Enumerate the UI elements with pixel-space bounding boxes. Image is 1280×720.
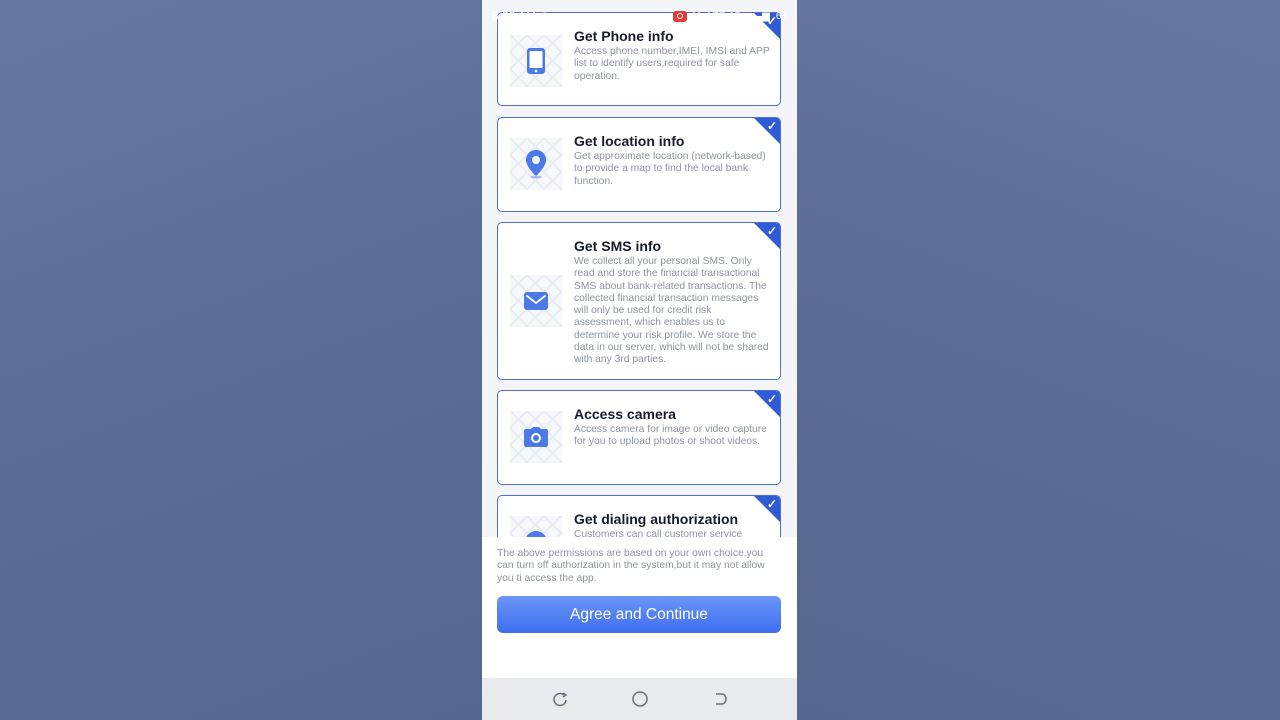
phone-screen: 8:06 AM ◎ Vo LTE 4G ▂▄▆ 68 ✓ Get Phone i… <box>482 0 797 720</box>
home-button[interactable] <box>628 687 652 711</box>
bottom-panel: The above permissions are based on your … <box>482 537 797 678</box>
screen-record-icon <box>673 10 688 22</box>
envelope-icon <box>510 275 562 327</box>
dialer-icon <box>510 516 562 537</box>
status-bar: 8:06 AM ◎ Vo LTE 4G ▂▄▆ 68 <box>482 0 797 32</box>
checkmark-icon: ✓ <box>766 224 777 238</box>
permission-description: We collect all your personal SMS. Only r… <box>574 256 769 366</box>
permission-description: Customers can call customer service <box>574 529 743 537</box>
back-button[interactable] <box>708 687 732 711</box>
phone-icon <box>510 35 562 87</box>
permission-card-sms[interactable]: ✓ Get SMS info We collect all your perso… <box>497 222 781 380</box>
battery-level: 68 <box>775 10 787 22</box>
permission-notice: The above permissions are based on your … <box>497 548 765 584</box>
permission-title: Get location info <box>574 133 685 149</box>
permission-description: Access phone number,IMEI, IMSI and APP l… <box>574 46 770 82</box>
network-label: Vo LTE 4G <box>693 10 742 22</box>
permission-description: Get approximate location (network-based)… <box>574 151 766 187</box>
location-pin-icon <box>510 138 562 190</box>
permission-description: Access camera for image or video capture… <box>574 424 767 448</box>
camera-icon <box>510 411 562 463</box>
permissions-list[interactable]: ✓ Get Phone info Access phone number,IME… <box>482 0 797 537</box>
background-right <box>797 0 1280 720</box>
agree-continue-button[interactable]: Agree and Continue <box>497 596 781 633</box>
background-left <box>0 0 482 720</box>
permission-title: Get SMS info <box>574 238 662 254</box>
notification-icon: ◎ <box>540 10 549 22</box>
signal-icon: ▂▄▆ <box>747 10 770 22</box>
checkmark-icon: ✓ <box>766 497 777 511</box>
recent-apps-button[interactable] <box>548 687 572 711</box>
checkmark-icon: ✓ <box>766 392 777 406</box>
permission-card-camera[interactable]: ✓ Access camera Access camera for image … <box>497 390 781 485</box>
permission-card-dialing[interactable]: ✓ Get dialing authorization Customers ca… <box>497 495 781 537</box>
status-time: 8:06 AM <box>492 9 537 23</box>
system-nav-bar <box>482 678 797 720</box>
permission-card-location[interactable]: ✓ Get location info Get approximate loca… <box>497 117 781 212</box>
checkmark-icon: ✓ <box>766 119 777 133</box>
permission-title: Get dialing authorization <box>574 511 739 527</box>
permission-title: Access camera <box>574 406 676 422</box>
